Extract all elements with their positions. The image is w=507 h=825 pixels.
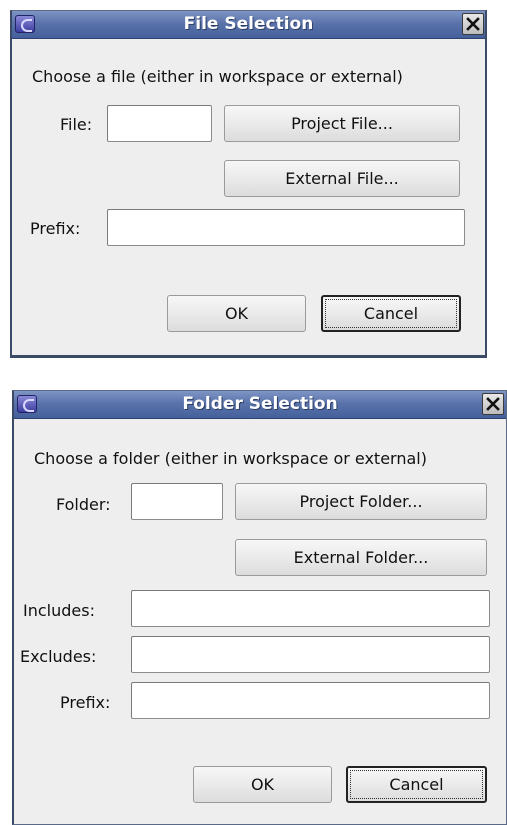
- file-dialog-title: File Selection: [183, 14, 314, 34]
- cancel-button-label: Cancel: [325, 299, 457, 328]
- file-selection-dialog: File Selection Choose a file (either in …: [10, 10, 487, 358]
- excludes-label: Excludes:: [20, 647, 97, 666]
- folder-label: Folder:: [56, 495, 111, 514]
- prefix-input[interactable]: [108, 210, 464, 245]
- folder-dialog-title: Folder Selection: [182, 394, 338, 414]
- project-folder-button[interactable]: Project Folder...: [235, 483, 487, 520]
- file-dialog-prompt: Choose a file (either in workspace or ex…: [32, 67, 403, 86]
- close-icon[interactable]: [482, 393, 504, 415]
- file-label: File:: [60, 115, 93, 134]
- project-file-button[interactable]: Project File...: [224, 105, 460, 142]
- includes-field[interactable]: [131, 590, 490, 627]
- ok-button[interactable]: OK: [193, 766, 332, 803]
- prefix-field[interactable]: [131, 682, 490, 719]
- file-input[interactable]: [108, 106, 211, 141]
- cancel-button-label: Cancel: [350, 770, 483, 799]
- external-file-button[interactable]: External File...: [224, 160, 460, 197]
- file-dialog-titlebar[interactable]: File Selection: [12, 11, 485, 39]
- prefix-label: Prefix:: [60, 693, 111, 712]
- close-icon[interactable]: [462, 13, 484, 35]
- folder-selection-dialog: Folder Selection Choose a folder (either…: [12, 390, 507, 825]
- includes-label: Includes:: [23, 601, 95, 620]
- file-field[interactable]: [107, 105, 212, 142]
- excludes-field[interactable]: [131, 636, 490, 673]
- prefix-input[interactable]: [132, 683, 489, 718]
- cancel-button[interactable]: Cancel: [346, 766, 487, 803]
- external-folder-button[interactable]: External Folder...: [235, 539, 487, 576]
- prefix-field[interactable]: [107, 209, 465, 246]
- folder-field[interactable]: [131, 483, 223, 520]
- excludes-input[interactable]: [132, 637, 489, 672]
- folder-dialog-titlebar[interactable]: Folder Selection: [14, 391, 506, 419]
- folder-input[interactable]: [132, 484, 222, 519]
- prefix-label: Prefix:: [30, 219, 81, 238]
- cancel-button[interactable]: Cancel: [321, 295, 461, 332]
- folder-dialog-prompt: Choose a folder (either in workspace or …: [34, 449, 427, 468]
- includes-input[interactable]: [132, 591, 489, 626]
- ok-button[interactable]: OK: [167, 295, 306, 332]
